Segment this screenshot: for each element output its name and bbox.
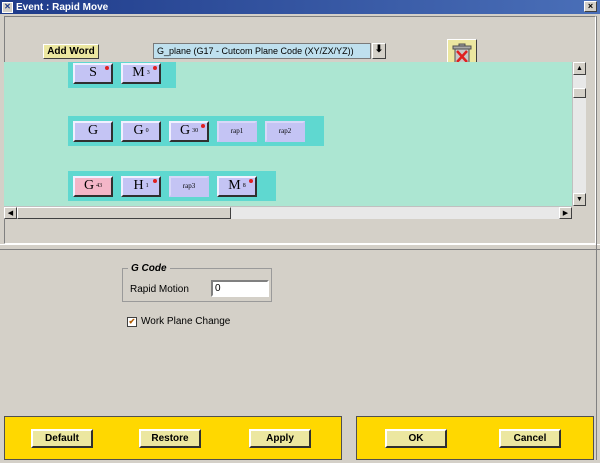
vertical-scroll-thumb[interactable] xyxy=(573,88,586,98)
word-value: 8 xyxy=(242,183,246,189)
app-icon: ✕ xyxy=(2,1,13,13)
required-dot-icon xyxy=(153,65,157,70)
word-letter: H xyxy=(133,178,144,193)
panel-splitter[interactable] xyxy=(0,244,600,250)
word-letter: rap1 xyxy=(230,127,244,135)
vertical-scrollbar[interactable]: ▲ ▼ xyxy=(572,62,586,206)
word-letter: G xyxy=(87,123,99,138)
word-value: 3 xyxy=(146,70,150,76)
action-button-bar: Default Restore Apply xyxy=(4,416,342,460)
work-plane-change-label: Work Plane Change xyxy=(141,316,231,327)
word-letter: G xyxy=(179,123,191,138)
word-letter: M xyxy=(228,178,241,193)
rapid-motion-label: Rapid Motion xyxy=(130,284,189,295)
required-dot-icon xyxy=(105,65,109,70)
default-button[interactable]: Default xyxy=(31,429,93,448)
word-block[interactable]: G0 xyxy=(121,120,161,142)
word-value: 30 xyxy=(192,128,199,134)
word-block[interactable]: G xyxy=(73,120,113,142)
word-block[interactable]: S xyxy=(73,62,113,84)
dialog-button-bar: OK Cancel xyxy=(356,416,594,460)
block-row: G 43 H 1 rap3 M 8 xyxy=(68,171,276,201)
required-dot-icon xyxy=(201,123,205,128)
add-word-button[interactable]: Add Word xyxy=(43,44,99,59)
word-canvas[interactable]: SM3 G G 0 G 30 rap1 rap2 G 43 H 1 rap3 M 8 xyxy=(4,62,572,206)
restore-button[interactable]: Restore xyxy=(139,429,201,448)
apply-button[interactable]: Apply xyxy=(249,429,311,448)
horizontal-scroll-thumb[interactable] xyxy=(17,207,231,219)
block-row: S M3 xyxy=(68,62,176,88)
horizontal-scrollbar[interactable]: ◀ ▶ xyxy=(4,206,572,219)
word-value: 43 xyxy=(96,183,103,189)
word-block[interactable]: G 30 xyxy=(169,120,209,142)
word-block[interactable]: M3 xyxy=(121,62,161,84)
word-letter: rap3 xyxy=(182,182,196,190)
window-edge xyxy=(596,16,600,460)
required-dot-icon xyxy=(153,178,157,183)
word-block[interactable]: H1 xyxy=(121,175,161,197)
word-block[interactable]: rap2 xyxy=(265,120,305,142)
close-icon[interactable]: × xyxy=(584,1,597,12)
word-letter: G xyxy=(133,123,144,138)
word-value: 0 xyxy=(145,128,149,134)
scroll-down-icon[interactable]: ▼ xyxy=(573,193,586,206)
combo-arrow-icon[interactable]: ⬇ xyxy=(372,43,386,59)
scroll-left-icon[interactable]: ◀ xyxy=(4,207,17,219)
work-plane-change-checkbox[interactable]: ✔ xyxy=(127,317,137,327)
ok-button[interactable]: OK xyxy=(385,429,447,448)
word-value: 1 xyxy=(145,183,149,189)
word-block[interactable]: G 43 xyxy=(73,175,113,197)
word-block[interactable]: rap1 xyxy=(217,120,257,142)
cancel-button[interactable]: Cancel xyxy=(499,429,561,448)
word-select-combo[interactable]: G_plane (G17 - Cutcom Plane Code (XY/ZX/… xyxy=(153,43,371,59)
window-title: Event : Rapid Move xyxy=(16,1,109,13)
scroll-right-icon[interactable]: ▶ xyxy=(559,207,572,219)
required-dot-icon xyxy=(249,178,253,183)
block-row: G G 0 G 30 rap1 rap2 xyxy=(68,116,324,146)
gcode-group-title: G Code xyxy=(128,263,170,274)
title-bar: ✕ Event : Rapid Move × xyxy=(0,0,600,14)
word-letter: S xyxy=(89,65,97,80)
word-block[interactable]: rap3 xyxy=(169,175,209,197)
rapid-motion-input[interactable] xyxy=(211,280,269,297)
word-block[interactable]: M8 xyxy=(217,175,257,197)
scroll-up-icon[interactable]: ▲ xyxy=(573,62,586,75)
word-letter: M xyxy=(132,65,145,80)
word-letter: rap2 xyxy=(278,127,292,135)
word-letter: G xyxy=(83,178,95,193)
